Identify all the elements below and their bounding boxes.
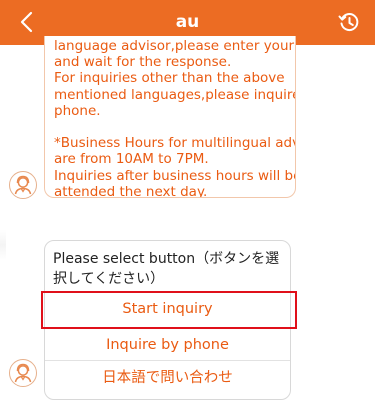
history-icon[interactable] bbox=[337, 10, 361, 34]
message-line-gap bbox=[54, 119, 295, 135]
advisor-avatar-icon bbox=[9, 171, 37, 199]
inquire-by-phone-button[interactable]: Inquire by phone bbox=[45, 327, 290, 362]
message-line: Inquiries after business hours will be bbox=[54, 167, 296, 184]
selection-highlight bbox=[41, 291, 297, 329]
advisor-avatar-icon bbox=[9, 359, 37, 387]
message-line: For inquiries other than the above bbox=[54, 70, 285, 87]
message-line: mentioned languages,please inquire by bbox=[54, 86, 296, 103]
divider bbox=[0, 230, 6, 260]
message-line: and wait for the response. bbox=[54, 54, 232, 71]
message-text: language advisor,please enter your inqui… bbox=[54, 38, 296, 198]
advisor-message-bubble: language advisor,please enter your inqui… bbox=[44, 36, 296, 198]
message-line: language advisor,please enter your inqui… bbox=[54, 38, 295, 54]
message-line: *Business Hours for multilingual advisor… bbox=[54, 135, 295, 152]
message-line: are from 10AM to 7PM. bbox=[54, 151, 209, 168]
message-line: attended the next day. bbox=[54, 183, 208, 198]
message-line: phone. bbox=[54, 102, 101, 119]
select-prompt: Please select button（ボタンを選択してください） bbox=[53, 251, 280, 287]
